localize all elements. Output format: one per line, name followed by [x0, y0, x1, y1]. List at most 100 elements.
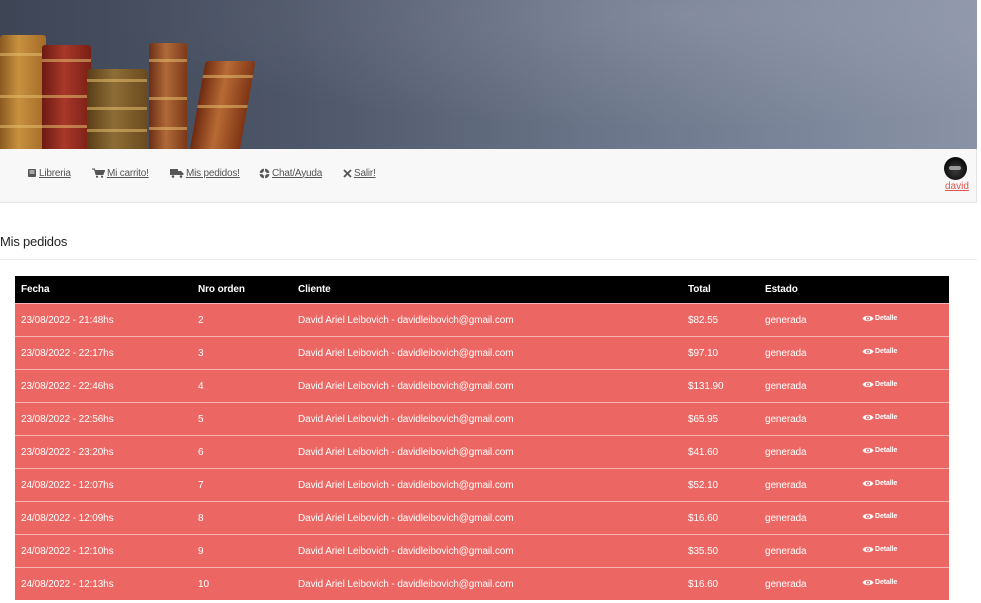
- table-row: 23/08/2022 - 22:56hs 5 David Ariel Leibovi…: [15, 402, 949, 436]
- column-header-nro-orden: Nro orden: [192, 276, 292, 304]
- detalle-label: Detalle: [875, 480, 898, 487]
- cell-estado: generada: [759, 369, 856, 403]
- book-image: [42, 45, 91, 149]
- divider: [0, 259, 977, 260]
- truck-icon: [170, 169, 184, 178]
- table-row: 24/08/2022 - 12:10hs 9 David Ariel Leibovi…: [15, 534, 949, 568]
- column-header-fecha: Fecha: [15, 276, 192, 304]
- eye-icon: [862, 414, 874, 421]
- cell-acciones: Detalle: [856, 303, 949, 337]
- cell-nro-orden: 10: [192, 567, 292, 600]
- nav-mis-pedidos[interactable]: Mis pedidos!: [170, 166, 240, 180]
- cell-nro-orden: 9: [192, 534, 292, 568]
- eye-icon: [862, 546, 874, 553]
- nav-chat-ayuda-label: Chat/Ayuda: [272, 167, 323, 179]
- orders-table: Fecha Nro orden Cliente Total Estado 23/…: [15, 276, 949, 600]
- cell-cliente: David Ariel Leibovich - davidleibovich@g…: [292, 336, 682, 370]
- eye-icon: [862, 381, 874, 388]
- cart-icon: [92, 168, 105, 178]
- table-row: 23/08/2022 - 23:20hs 6 David Ariel Leibovi…: [15, 435, 949, 469]
- avatar[interactable]: [944, 157, 967, 180]
- page-title: Mis pedidos: [0, 234, 68, 249]
- cell-fecha: 23/08/2022 - 21:48hs: [15, 303, 192, 337]
- detalle-link[interactable]: Detalle: [862, 512, 897, 521]
- cell-nro-orden: 7: [192, 468, 292, 502]
- book-image: [87, 69, 147, 149]
- cell-acciones: Detalle: [856, 402, 949, 436]
- page: Libreria Mi carrito! Mis pedidos! Chat/A…: [0, 0, 981, 603]
- help-circle-icon: [259, 168, 270, 178]
- cell-nro-orden: 4: [192, 369, 292, 403]
- detalle-link[interactable]: Detalle: [862, 380, 897, 389]
- column-header-total: Total: [682, 276, 759, 304]
- cell-estado: generada: [759, 501, 856, 535]
- book-image: [190, 61, 256, 149]
- cell-estado: generada: [759, 534, 856, 568]
- cell-acciones: Detalle: [856, 336, 949, 370]
- cell-fecha: 24/08/2022 - 12:07hs: [15, 468, 192, 502]
- table-row: 23/08/2022 - 21:48hs 2 David Ariel Leibovi…: [15, 303, 949, 337]
- detalle-label: Detalle: [875, 513, 898, 520]
- navbar: Libreria Mi carrito! Mis pedidos! Chat/A…: [0, 149, 977, 203]
- cell-acciones: Detalle: [856, 369, 949, 403]
- eye-icon: [862, 447, 874, 454]
- eye-icon: [862, 480, 874, 487]
- cell-acciones: Detalle: [856, 534, 949, 568]
- cell-acciones: Detalle: [856, 501, 949, 535]
- eye-icon: [862, 348, 874, 355]
- cell-acciones: Detalle: [856, 567, 949, 600]
- detalle-link[interactable]: Detalle: [862, 314, 897, 323]
- detalle-label: Detalle: [875, 579, 898, 586]
- detalle-label: Detalle: [875, 414, 898, 421]
- cell-estado: generada: [759, 402, 856, 436]
- table-row: 24/08/2022 - 12:07hs 7 David Ariel Leibovi…: [15, 468, 949, 502]
- detalle-link[interactable]: Detalle: [862, 446, 897, 455]
- user-link[interactable]: david: [945, 181, 969, 192]
- nav-chat-ayuda[interactable]: Chat/Ayuda: [259, 166, 322, 180]
- cell-acciones: Detalle: [856, 468, 949, 502]
- detalle-label: Detalle: [875, 447, 898, 454]
- eye-icon: [862, 315, 874, 322]
- hero-banner: [0, 0, 977, 149]
- eye-icon: [862, 513, 874, 520]
- cell-nro-orden: 8: [192, 501, 292, 535]
- cell-total: $52.10: [682, 468, 759, 502]
- cell-fecha: 24/08/2022 - 12:09hs: [15, 501, 192, 535]
- cell-nro-orden: 5: [192, 402, 292, 436]
- nav-salir[interactable]: Salir!: [343, 166, 376, 180]
- column-header-cliente: Cliente: [292, 276, 682, 304]
- cell-cliente: David Ariel Leibovich - davidleibovich@g…: [292, 369, 682, 403]
- table-row: 24/08/2022 - 12:09hs 8 David Ariel Leibovi…: [15, 501, 949, 535]
- detalle-link[interactable]: Detalle: [862, 545, 897, 554]
- cell-fecha: 24/08/2022 - 12:13hs: [15, 567, 192, 600]
- cell-estado: generada: [759, 336, 856, 370]
- nav-mi-carrito[interactable]: Mi carrito!: [92, 166, 149, 180]
- table-row: 23/08/2022 - 22:46hs 4 David Ariel Leibovi…: [15, 369, 949, 403]
- nav-libreria[interactable]: Libreria: [27, 166, 71, 180]
- cell-fecha: 23/08/2022 - 22:56hs: [15, 402, 192, 436]
- cell-nro-orden: 2: [192, 303, 292, 337]
- detalle-link[interactable]: Detalle: [862, 413, 897, 422]
- cell-acciones: Detalle: [856, 435, 949, 469]
- detalle-link[interactable]: Detalle: [862, 347, 897, 356]
- cell-estado: generada: [759, 435, 856, 469]
- cell-total: $41.60: [682, 435, 759, 469]
- table-header-row: Fecha Nro orden Cliente Total Estado: [15, 276, 949, 304]
- cell-fecha: 23/08/2022 - 23:20hs: [15, 435, 192, 469]
- cell-cliente: David Ariel Leibovich - davidleibovich@g…: [292, 435, 682, 469]
- detalle-label: Detalle: [875, 348, 898, 355]
- detalle-label: Detalle: [875, 381, 898, 388]
- cell-fecha: 23/08/2022 - 22:17hs: [15, 336, 192, 370]
- cell-estado: generada: [759, 303, 856, 337]
- close-icon: [343, 168, 352, 178]
- cell-total: $65.95: [682, 402, 759, 436]
- detalle-link[interactable]: Detalle: [862, 578, 897, 587]
- cell-cliente: David Ariel Leibovich - davidleibovich@g…: [292, 567, 682, 600]
- column-header-acciones: [856, 276, 949, 304]
- nav-mi-carrito-label: Mi carrito!: [107, 167, 149, 179]
- cell-total: $16.60: [682, 567, 759, 600]
- detalle-link[interactable]: Detalle: [862, 479, 897, 488]
- book-image: [0, 35, 46, 149]
- cell-cliente: David Ariel Leibovich - davidleibovich@g…: [292, 468, 682, 502]
- detalle-label: Detalle: [875, 315, 898, 322]
